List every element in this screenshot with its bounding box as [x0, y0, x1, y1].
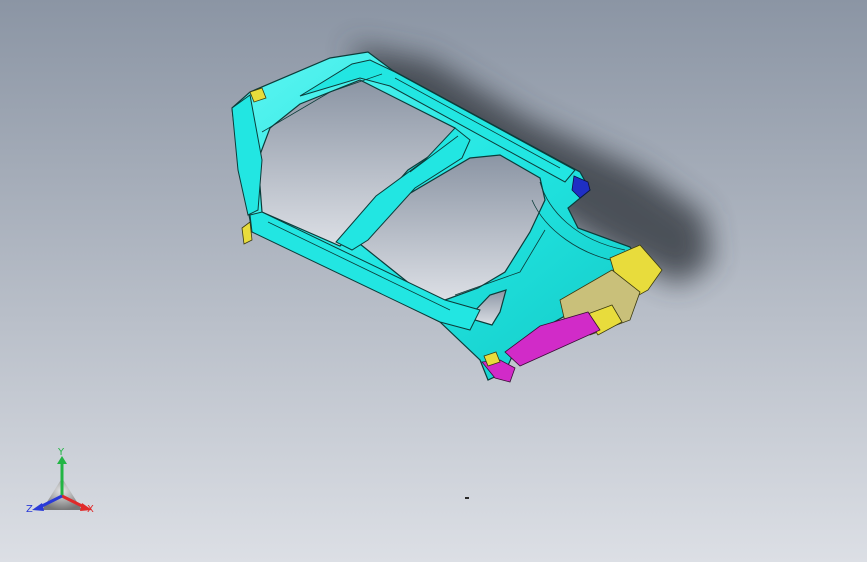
graphics-viewport[interactable]: Y X Z: [0, 0, 867, 562]
model-scene[interactable]: [0, 0, 867, 562]
axis-x-label: X: [87, 504, 94, 515]
axis-z-label: Z: [26, 504, 33, 515]
cursor-mark-icon: [465, 497, 469, 499]
axis-y-label: Y: [58, 447, 65, 458]
axis-z-arrow: [32, 503, 44, 511]
coordinate-triad[interactable]: Y X Z: [24, 448, 104, 524]
